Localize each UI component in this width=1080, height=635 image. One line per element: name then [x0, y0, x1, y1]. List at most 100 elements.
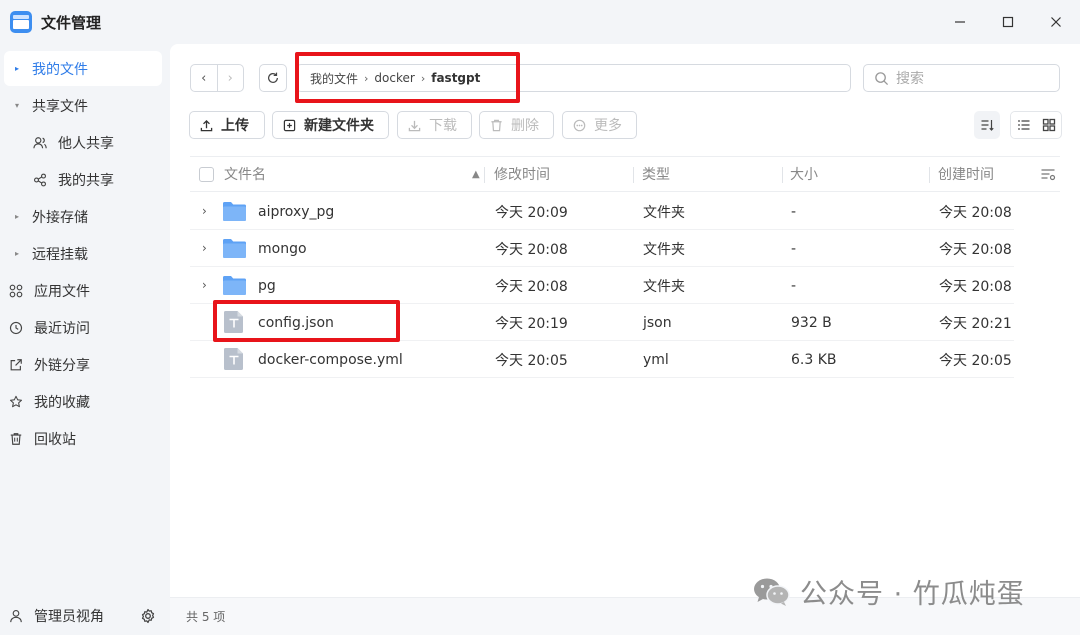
trash-icon — [491, 119, 502, 131]
table-row[interactable]: › pg 今天 20:08 文件夹 - 今天 20:08 — [190, 267, 1014, 304]
back-button[interactable]: ‹ — [191, 65, 218, 91]
column-modified[interactable]: 修改时间 — [494, 157, 550, 191]
select-all-checkbox[interactable] — [199, 157, 214, 191]
breadcrumb-item[interactable]: docker — [374, 71, 414, 85]
sidebar-item-remote-mount[interactable]: ▸ 远程挂载 — [4, 236, 162, 271]
file-name: pg — [258, 277, 276, 294]
main-panel: ‹ › 我的文件 › docker › fastgpt 搜索 上传 新建文件夹 … — [170, 44, 1080, 635]
file-created: 今天 20:05 — [939, 352, 1012, 369]
admin-view-label: 管理员视角 — [34, 609, 104, 625]
new-folder-button[interactable]: 新建文件夹 — [272, 111, 389, 139]
chevron-right-icon: › — [420, 71, 426, 85]
file-name: aiproxy_pg — [258, 203, 335, 220]
breadcrumb-item[interactable]: 我的文件 — [310, 70, 358, 87]
sidebar-item-external-storage[interactable]: ▸ 外接存储 — [4, 199, 162, 234]
title-bar: 文件管理 — [0, 0, 1080, 44]
sidebar-item-label: 我的文件 — [32, 61, 88, 78]
sidebar-item-shared-files[interactable]: ▾ 共享文件 — [4, 88, 162, 123]
sidebar-item-favorites[interactable]: 我的收藏 — [4, 384, 162, 419]
more-label: 更多 — [594, 118, 622, 134]
column-size[interactable]: 大小 — [790, 157, 818, 191]
sort-button[interactable] — [974, 111, 1000, 139]
column-label: 创建时间 — [938, 167, 994, 183]
minimize-button[interactable] — [936, 0, 984, 44]
column-created[interactable]: 创建时间 — [938, 157, 994, 191]
column-type[interactable]: 类型 — [642, 157, 670, 191]
file-name: mongo — [258, 240, 307, 257]
file-modified: 今天 20:09 — [495, 204, 568, 221]
sidebar-item-recycle-bin[interactable]: 回收站 — [4, 421, 162, 456]
grid-view-button[interactable] — [1036, 112, 1061, 138]
search-input[interactable]: 搜索 — [863, 64, 1060, 92]
sort-arrows-icon[interactable]: ▲ — [472, 157, 480, 191]
gear-icon[interactable] — [140, 608, 156, 624]
file-type: 文件夹 — [643, 278, 685, 295]
folder-icon — [223, 202, 246, 221]
file-modified: 今天 20:08 — [495, 241, 568, 258]
list-icon — [1017, 120, 1029, 130]
sidebar-item-shared-with-me[interactable]: 他人共享 — [4, 125, 162, 160]
breadcrumb[interactable]: 我的文件 › docker › fastgpt — [296, 64, 851, 92]
delete-button[interactable]: 删除 — [479, 111, 554, 139]
upload-button[interactable]: 上传 — [189, 111, 265, 139]
sidebar-item-app-files[interactable]: 应用文件 — [4, 273, 162, 308]
table-row[interactable]: docker-compose.yml 今天 20:05 yml 6.3 KB 今… — [190, 341, 1014, 378]
upload-icon — [200, 119, 213, 131]
table-row[interactable]: › aiproxy_pg 今天 20:09 文件夹 - 今天 20:08 — [190, 193, 1014, 230]
file-created: 今天 20:08 — [939, 241, 1012, 258]
sidebar-item-recent[interactable]: 最近访问 — [4, 310, 162, 345]
download-label: 下载 — [429, 118, 457, 134]
watermark: 公众号 · 竹瓜炖蛋 — [752, 572, 1025, 611]
sidebar-item-label: 远程挂载 — [32, 246, 88, 263]
refresh-icon — [268, 72, 278, 83]
view-mode-toggle — [1010, 111, 1062, 139]
column-label: 类型 — [642, 167, 670, 183]
file-type: 文件夹 — [643, 241, 685, 258]
caret-right-icon: ▸ — [14, 64, 19, 73]
users-icon — [32, 135, 48, 151]
add-folder-icon — [283, 119, 296, 131]
list-view-button[interactable] — [1011, 112, 1036, 138]
history-nav: ‹ › — [190, 64, 244, 92]
sidebar-item-my-files[interactable]: ▸ 我的文件 — [4, 51, 162, 86]
grid-icon — [1042, 118, 1055, 132]
breadcrumb-current[interactable]: fastgpt — [431, 71, 480, 85]
forward-button[interactable]: › — [218, 65, 244, 91]
chevron-right-icon: › — [364, 71, 369, 85]
caret-down-icon: ▾ — [14, 101, 19, 110]
download-icon — [408, 120, 421, 131]
more-button[interactable]: 更多 — [562, 111, 637, 139]
chevron-right-icon[interactable]: › — [202, 279, 212, 291]
text-file-icon — [224, 311, 243, 333]
upload-label: 上传 — [221, 118, 249, 134]
maximize-button[interactable] — [984, 0, 1032, 44]
table-row[interactable]: config.json 今天 20:19 json 932 B 今天 20:21 — [190, 304, 1014, 341]
user-icon — [8, 608, 24, 624]
file-created: 今天 20:21 — [939, 315, 1012, 332]
download-button[interactable]: 下载 — [397, 111, 472, 139]
file-modified: 今天 20:08 — [495, 278, 568, 295]
column-divider — [484, 167, 485, 183]
file-size: 932 B — [791, 314, 832, 331]
delete-label: 删除 — [511, 118, 539, 134]
sidebar-item-label: 应用文件 — [34, 283, 90, 300]
sidebar-item-my-shares[interactable]: 我的共享 — [4, 162, 162, 197]
item-count: 共 5 项 — [186, 610, 226, 624]
column-name[interactable]: 文件名 — [224, 157, 266, 191]
sidebar-item-label: 我的收藏 — [34, 394, 90, 411]
file-name: docker-compose.yml — [258, 351, 403, 368]
sidebar-item-external-links[interactable]: 外链分享 — [4, 347, 162, 382]
file-size: - — [791, 203, 797, 220]
admin-view-switch[interactable]: 管理员视角 — [4, 599, 166, 633]
table-row[interactable]: › mongo 今天 20:08 文件夹 - 今天 20:08 — [190, 230, 1014, 267]
chevron-right-icon[interactable]: › — [202, 242, 212, 254]
file-modified: 今天 20:19 — [495, 315, 568, 332]
column-divider — [633, 167, 634, 183]
checkbox[interactable] — [199, 166, 214, 182]
chevron-right-icon[interactable]: › — [202, 205, 212, 217]
close-button[interactable] — [1032, 0, 1080, 44]
column-label: 修改时间 — [494, 167, 550, 183]
refresh-button[interactable] — [259, 64, 287, 92]
text-file-icon — [224, 348, 243, 370]
column-settings-icon[interactable] — [1040, 166, 1056, 182]
